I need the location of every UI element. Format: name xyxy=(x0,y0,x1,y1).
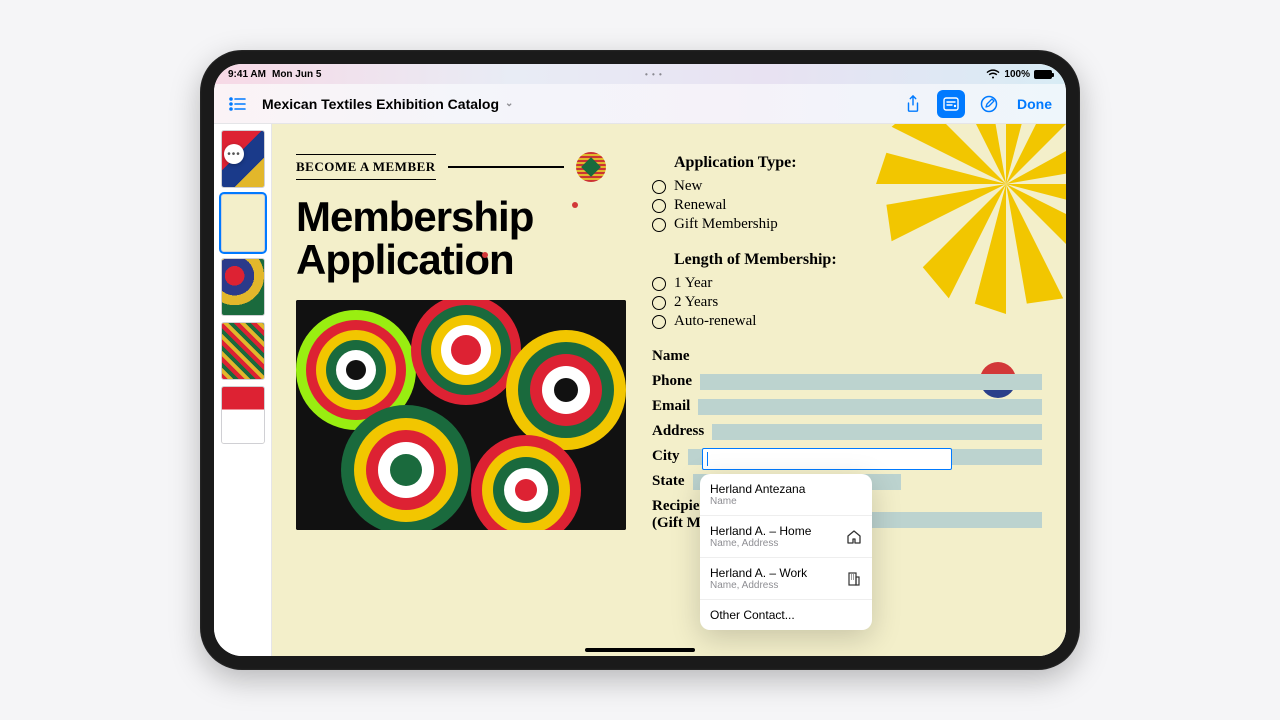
ipad-screen: 9:41 AM Mon Jun 5 • • • 100% Mexican Tex… xyxy=(214,64,1066,656)
thumbnail-page-5[interactable] xyxy=(221,386,265,444)
page-thumbnails-sidebar[interactable]: ••• xyxy=(214,124,272,656)
markup-button[interactable] xyxy=(975,90,1003,118)
battery-icon xyxy=(1034,70,1052,79)
suggestion-title: Herland Antezana xyxy=(710,482,805,496)
radio-2years[interactable]: 2 Years xyxy=(652,294,1042,311)
ipad-device-frame: 9:41 AM Mon Jun 5 • • • 100% Mexican Tex… xyxy=(200,50,1080,670)
list-icon xyxy=(229,97,247,111)
field-email[interactable]: Email xyxy=(652,398,1042,415)
battery-percent: 100% xyxy=(1004,69,1030,80)
autofill-button[interactable] xyxy=(937,90,965,118)
radio-icon xyxy=(652,277,666,291)
text-caret xyxy=(707,452,708,466)
document-page: BECOME A MEMBER Membership Application xyxy=(272,124,1066,656)
suggestion-title: Herland A. – Work xyxy=(710,566,807,580)
radio-auto[interactable]: Auto-renewal xyxy=(652,313,1042,330)
form-autofill-icon xyxy=(943,97,959,111)
multitask-dots[interactable]: • • • xyxy=(645,70,663,79)
share-icon xyxy=(905,95,921,113)
decorative-textile-art xyxy=(296,300,626,530)
application-type-heading: Application Type: xyxy=(674,154,1042,172)
suggestion-subtitle: Name xyxy=(710,496,805,507)
field-label: Name xyxy=(652,348,690,365)
thumbnail-page-2[interactable] xyxy=(221,194,265,252)
chevron-down-icon: ⌄ xyxy=(505,98,513,109)
home-icon xyxy=(846,529,862,545)
field-label: State xyxy=(652,473,685,490)
radio-icon xyxy=(652,315,666,329)
radio-label: 2 Years xyxy=(674,294,718,311)
radio-label: Renewal xyxy=(674,197,726,214)
radio-1year[interactable]: 1 Year xyxy=(652,275,1042,292)
kicker-row: BECOME A MEMBER xyxy=(296,152,606,182)
field-label: Address xyxy=(652,423,704,440)
field-label: City xyxy=(652,448,680,465)
radio-new[interactable]: New xyxy=(652,178,1042,195)
length-heading: Length of Membership: xyxy=(674,251,1042,269)
thumbnail-page-4[interactable] xyxy=(221,322,265,380)
autofill-popover: Herland AntezanaName Herland A. – HomeNa… xyxy=(700,474,872,630)
radio-label: Gift Membership xyxy=(674,216,778,233)
radio-renewal[interactable]: Renewal xyxy=(652,197,1042,214)
main-area: ••• BECOME A MEMBER Members xyxy=(214,124,1066,656)
share-button[interactable] xyxy=(899,90,927,118)
radio-label: 1 Year xyxy=(674,275,712,292)
decorative-badge-icon xyxy=(576,152,606,182)
field-name[interactable]: Name xyxy=(652,348,1042,365)
status-time: 9:41 AM xyxy=(228,69,266,80)
thumbnail-page-3[interactable] xyxy=(221,258,265,316)
title-line-1: Membership xyxy=(296,193,533,240)
page-title: Membership Application xyxy=(296,196,626,282)
suggestion-subtitle: Name, Address xyxy=(710,538,811,549)
suggestion-subtitle: Name, Address xyxy=(710,580,807,591)
radio-label: New xyxy=(674,178,702,195)
document-viewport[interactable]: BECOME A MEMBER Membership Application xyxy=(272,124,1066,656)
document-title[interactable]: Mexican Textiles Exhibition Catalog ⌄ xyxy=(262,96,513,112)
autofill-suggestion-2[interactable]: Herland A. – HomeName, Address xyxy=(700,516,872,558)
done-button[interactable]: Done xyxy=(1013,96,1056,112)
radio-icon xyxy=(652,296,666,310)
radio-gift[interactable]: Gift Membership xyxy=(652,216,1042,233)
radio-icon xyxy=(652,218,666,232)
autofill-suggestion-3[interactable]: Herland A. – WorkName, Address xyxy=(700,558,872,600)
suggestion-title: Herland A. – Home xyxy=(710,524,811,538)
radio-label: Auto-renewal xyxy=(674,313,756,330)
field-address[interactable]: Address xyxy=(652,423,1042,440)
status-date: Mon Jun 5 xyxy=(272,69,321,80)
kicker-text: BECOME A MEMBER xyxy=(296,154,436,180)
thumbnail-more-button[interactable]: ••• xyxy=(224,144,244,164)
name-input-field[interactable] xyxy=(702,448,952,470)
home-indicator[interactable] xyxy=(585,648,695,652)
radio-icon xyxy=(652,180,666,194)
document-title-text: Mexican Textiles Exhibition Catalog xyxy=(262,96,499,112)
autofill-suggestion-1[interactable]: Herland AntezanaName xyxy=(700,474,872,516)
status-bar: 9:41 AM Mon Jun 5 • • • 100% xyxy=(214,64,1066,84)
sidebar-toggle-button[interactable] xyxy=(224,90,252,118)
field-label: Email xyxy=(652,398,690,415)
building-icon xyxy=(846,571,862,587)
title-line-2: Application xyxy=(296,236,514,283)
wifi-icon xyxy=(986,69,1000,79)
field-label: Phone xyxy=(652,373,692,390)
radio-icon xyxy=(652,199,666,213)
field-phone[interactable]: Phone xyxy=(652,373,1042,390)
autofill-other-contact[interactable]: Other Contact... xyxy=(700,600,872,630)
other-contact-label: Other Contact... xyxy=(710,608,795,622)
app-toolbar: Mexican Textiles Exhibition Catalog ⌄ Do… xyxy=(214,84,1066,124)
markup-icon xyxy=(980,95,998,113)
